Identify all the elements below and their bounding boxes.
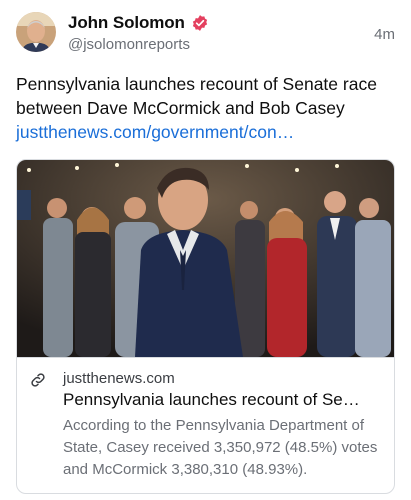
post-header: John Solomon @jsolomonreports 4m [16,12,395,56]
avatar[interactable] [16,12,56,52]
link-preview-card[interactable]: justthenews.com Pennsylvania launches re… [16,159,395,494]
link-preview-meta[interactable]: justthenews.com Pennsylvania launches re… [17,357,394,493]
link-domain: justthenews.com [63,370,175,387]
post-text: Pennsylvania launches recount of Senate … [16,74,377,118]
link-icon [31,373,45,387]
verified-badge-icon [192,15,207,31]
link-description: According to the Pennsylvania Department… [63,417,378,478]
post-body: Pennsylvania launches recount of Senate … [16,72,396,144]
link-preview-image[interactable] [17,160,394,357]
post-link[interactable]: justthenews.com/government/con… [16,122,294,142]
link-title: Pennsylvania launches recount of Se… [63,390,360,409]
author-name[interactable]: John Solomon [68,13,185,33]
post-timestamp: 4m [374,26,395,43]
author-handle[interactable]: @jsolomonreports [68,36,190,53]
